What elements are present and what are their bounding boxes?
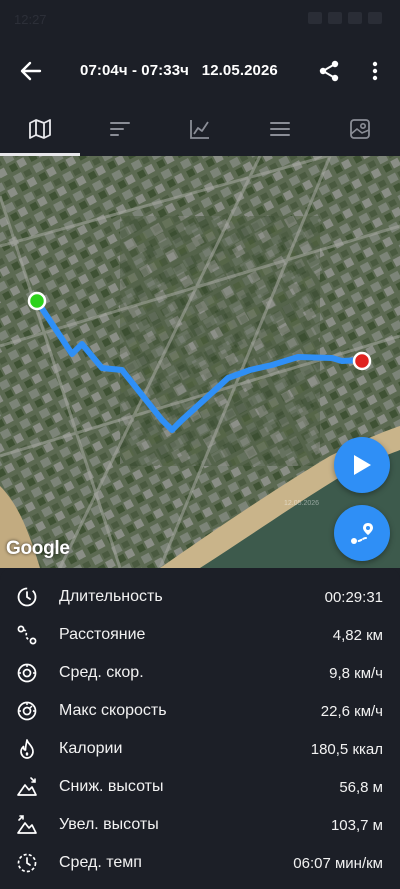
battery-icon xyxy=(368,12,382,24)
wifi-icon xyxy=(328,12,342,24)
stat-max-speed: Макс скорость 22,6 км/ч xyxy=(0,692,400,730)
stat-value: 4,82 км xyxy=(332,626,383,644)
stat-label: Сниж. высоты xyxy=(59,778,164,795)
stat-label: Сред. скор. xyxy=(59,664,144,681)
stat-value: 103,7 м xyxy=(330,816,383,834)
start-marker xyxy=(27,291,47,311)
stat-label: Макс скорость xyxy=(59,702,167,719)
tab-bar xyxy=(0,102,400,156)
stat-avg-pace: Сред. темп 06:07 мин/км xyxy=(0,844,400,882)
graph-icon xyxy=(190,120,209,139)
stat-label: Расстояние xyxy=(59,626,146,643)
route-map[interactable]: 12.05.2026 Google xyxy=(0,156,400,568)
workout-time-range: 07:04ч - 07:33ч 12.05.2026 xyxy=(80,62,278,79)
more-vertical-icon xyxy=(372,61,378,81)
tab-map[interactable] xyxy=(0,102,80,156)
app-header: 07:04ч - 07:33ч 12.05.2026 xyxy=(0,40,400,102)
arrow-left-icon xyxy=(20,61,42,81)
signal-icon xyxy=(348,12,362,24)
stat-distance: Расстояние 4,82 км xyxy=(0,616,400,654)
timer-icon xyxy=(16,586,38,608)
flame-icon xyxy=(16,738,38,760)
stat-value: 56,8 м xyxy=(339,778,383,796)
status-time: 12:27 xyxy=(14,12,47,27)
end-marker xyxy=(352,351,372,371)
status-bar: 12:27 xyxy=(0,0,400,40)
play-route-button[interactable] xyxy=(334,437,390,493)
photo-icon xyxy=(350,119,370,139)
notification-icon xyxy=(308,12,322,24)
stat-value: 22,6 км/ч xyxy=(320,702,383,720)
laps-icon xyxy=(110,122,130,136)
stat-value: 180,5 ккал xyxy=(310,740,383,758)
descent-icon xyxy=(16,776,38,798)
satellite-imagery xyxy=(0,156,400,568)
stat-label: Калории xyxy=(59,740,123,757)
share-button[interactable] xyxy=(315,57,343,85)
route-options-button[interactable] xyxy=(334,505,390,561)
workout-stats-panel: Длительность 00:29:31 Расстояние 4,82 км… xyxy=(0,568,400,889)
speedometer-icon xyxy=(16,662,38,684)
play-icon xyxy=(354,455,371,475)
stat-value: 06:07 мин/км xyxy=(293,854,383,872)
google-logo: Google xyxy=(6,538,70,559)
status-icons xyxy=(308,12,382,24)
tab-photo[interactable] xyxy=(320,102,400,156)
map-watermark: 12.05.2026 xyxy=(284,500,320,507)
route-icon xyxy=(351,523,373,544)
tab-graph[interactable] xyxy=(160,102,240,156)
pace-icon xyxy=(16,852,38,874)
stat-value: 00:29:31 xyxy=(324,588,383,606)
stat-calories: Калории 180,5 ккал xyxy=(0,730,400,768)
stat-avg-speed: Сред. скор. 9,8 км/ч xyxy=(0,654,400,692)
tab-list[interactable] xyxy=(240,102,320,156)
stat-ascent: Увел. высоты 103,7 м xyxy=(0,806,400,844)
distance-icon xyxy=(16,624,38,646)
stat-value: 9,8 км/ч xyxy=(329,664,383,682)
stat-label: Длительность xyxy=(59,588,163,605)
more-options-button[interactable] xyxy=(365,57,385,85)
stat-descent: Сниж. высоты 56,8 м xyxy=(0,768,400,806)
list-icon xyxy=(270,122,290,136)
max-speed-icon xyxy=(16,700,38,722)
stat-duration: Длительность 00:29:31 xyxy=(0,578,400,616)
ascent-icon xyxy=(16,814,38,836)
back-button[interactable] xyxy=(16,56,46,86)
stat-label: Сред. темп xyxy=(59,854,142,871)
stat-label: Увел. высоты xyxy=(59,816,159,833)
share-icon xyxy=(319,60,339,82)
tab-laps[interactable] xyxy=(80,102,160,156)
map-icon xyxy=(29,119,51,139)
